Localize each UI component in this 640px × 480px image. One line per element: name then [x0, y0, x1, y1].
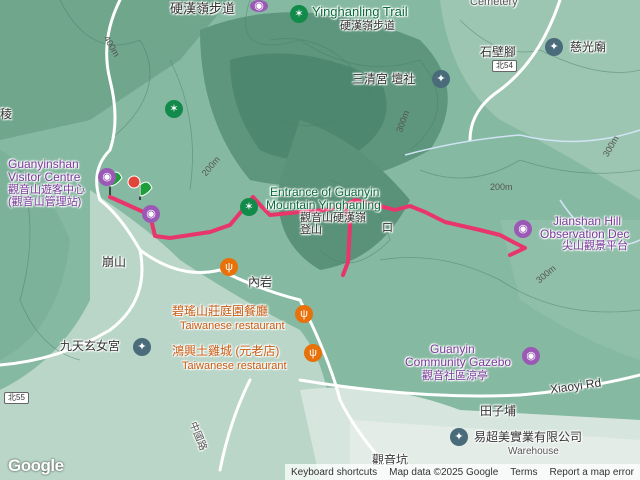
entrance-label-en-2: Mountain Yinghanling	[266, 198, 381, 212]
visitor-centre-label-cn-2: (觀音山管理站)	[8, 196, 82, 208]
map-footer: Google Keyboard shortcuts Map data ©2025…	[0, 456, 640, 480]
hiker-icon[interactable]: ✶	[165, 100, 183, 118]
leng-label: 稜	[0, 107, 13, 121]
tianzipu-label: 田子埔	[480, 404, 517, 418]
pin-icon[interactable]: ✦	[133, 338, 151, 356]
shibijiao-label: 石壁腳	[480, 45, 517, 59]
fork-knife-icon[interactable]: ψ	[295, 305, 313, 323]
trail-label-cn: 硬漢嶺步道	[340, 20, 395, 32]
jiutian-temple-label: 九天玄女宮	[60, 339, 121, 353]
entrance-label-cn-3: 口	[382, 222, 393, 234]
pin-icon[interactable]: ✦	[545, 38, 563, 56]
cihang-temple-label: 慈光廟	[570, 40, 607, 54]
map-data-text: Map data ©2025 Google	[389, 466, 499, 478]
bengshan-label: 崩山	[102, 255, 127, 269]
road-shield-bei55: 北55	[4, 392, 29, 404]
sanqing-temple-label: 三清宮 壇社	[352, 72, 416, 86]
gazebo-label-cn: 觀音社區涼亭	[422, 370, 488, 382]
road-shield-bei54: 北54	[492, 60, 517, 72]
gazebo-label-en-2: Community Gazebo	[405, 355, 512, 369]
visitor-centre-label-en-2: Visitor Centre	[8, 170, 81, 184]
jianshan-label-cn: 尖山觀景平台	[562, 240, 628, 252]
pin-icon[interactable]: ✦	[432, 70, 450, 88]
trail-label-en: Yinghanling Trail	[312, 4, 408, 19]
terms-link[interactable]: Terms	[504, 467, 543, 478]
fork-knife-icon[interactable]: ψ	[220, 258, 238, 276]
cemetery-label: Cemetery	[470, 0, 518, 8]
company-label-cn: 易超美實業有限公司	[474, 430, 583, 444]
hiker-icon[interactable]: ✶	[240, 198, 258, 216]
attribution-bar: Keyboard shortcuts Map data ©2025 Google…	[284, 464, 640, 480]
restaurant2-label-en: Taiwanese restaurant	[182, 360, 287, 372]
google-logo[interactable]: Google	[8, 456, 64, 476]
camera-icon[interactable]: ◉	[522, 347, 540, 365]
keyboard-shortcuts-link[interactable]: Keyboard shortcuts	[285, 467, 383, 478]
restaurant2-label-cn: 鴻興土雞城 (元老店)	[172, 344, 280, 358]
pin-icon[interactable]: ✦	[450, 428, 468, 446]
restaurant1-label-en: Taiwanese restaurant	[180, 320, 285, 332]
camera-icon[interactable]: ◉	[98, 168, 116, 186]
camera-icon[interactable]: ◉	[250, 0, 268, 12]
entrance-label-cn-2: 登山	[300, 224, 322, 236]
camera-icon[interactable]: ◉	[142, 205, 160, 223]
trail-label-top-cn: 硬漢嶺步道	[170, 1, 236, 16]
restaurant1-label-cn: 碧瑤山莊庭園餐廳	[172, 304, 269, 318]
company-label-en: Warehouse	[508, 446, 559, 457]
fork-knife-icon[interactable]: ψ	[304, 344, 322, 362]
camera-icon[interactable]: ◉	[514, 220, 532, 238]
hiker-icon[interactable]: ✶	[290, 5, 308, 23]
neiyan-label: 內岩	[248, 275, 273, 289]
report-error-link[interactable]: Report a map error	[544, 467, 640, 478]
elevation-label: 200m	[490, 182, 513, 192]
